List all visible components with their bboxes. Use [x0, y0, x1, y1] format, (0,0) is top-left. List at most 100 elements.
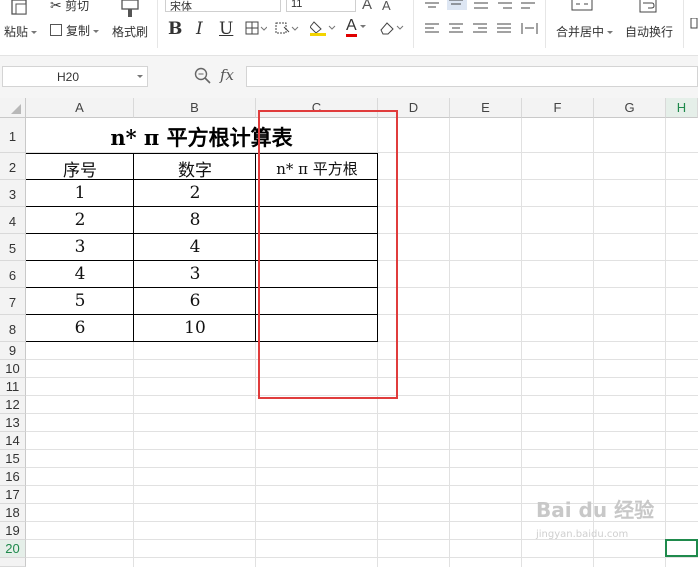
underline-button[interactable]: U [219, 19, 233, 39]
watermark-url: jingyan.baidu.com [536, 529, 629, 540]
font-size-select[interactable]: 11 [286, 0, 356, 12]
align-top-icon[interactable] [425, 0, 441, 14]
indent-icon[interactable] [498, 0, 514, 14]
italic-button[interactable]: I [196, 19, 203, 39]
align-right-icon[interactable] [473, 22, 489, 39]
font-name-select[interactable]: 宋体 [165, 0, 281, 12]
merge-center-label: 合并居中 [556, 25, 605, 39]
align-center-icon[interactable] [449, 22, 465, 39]
cut-button[interactable]: ✂ 剪切 [50, 0, 89, 14]
align-bottom-icon[interactable] [474, 0, 490, 14]
grid-line [26, 485, 698, 486]
copy-icon [50, 24, 62, 36]
bold-button[interactable]: B [168, 19, 182, 39]
cell-reference: H20 [56, 70, 79, 84]
distributed-align-icon[interactable] [521, 22, 539, 39]
align-middle-icon[interactable] [447, 0, 467, 10]
cut-label: 剪切 [65, 0, 90, 13]
clear-format-icon[interactable] [378, 20, 406, 39]
column-header-h[interactable]: H [666, 98, 698, 118]
format-painter-label: 格式刷 [112, 25, 149, 39]
cell-style-icon[interactable] [275, 21, 299, 40]
baidu-watermark-logo: Bai du 经验 jingyan.baidu.com [536, 494, 654, 540]
header-cell-index[interactable]: 序号 [26, 156, 134, 181]
scissors-icon: ✂ [50, 0, 62, 13]
row-header-2[interactable]: 2 [0, 153, 26, 180]
row-header-12[interactable]: 12 [0, 396, 26, 414]
table-cell[interactable]: 4 [134, 237, 256, 257]
table-cell[interactable]: 8 [134, 210, 256, 230]
grid-line [26, 449, 698, 450]
select-all-corner[interactable] [0, 98, 26, 118]
grid-line [521, 118, 522, 567]
row-header-14[interactable]: 14 [0, 432, 26, 450]
row-header-9[interactable]: 9 [0, 342, 26, 360]
zoom-icon[interactable] [194, 67, 212, 88]
copy-button[interactable]: 复制 [50, 22, 100, 39]
formula-input[interactable] [246, 66, 698, 87]
row-header-15[interactable]: 15 [0, 450, 26, 468]
table-cell[interactable]: 1 [26, 183, 134, 203]
name-box[interactable]: H20 [2, 66, 148, 87]
row-header-20[interactable]: 20 [0, 540, 26, 558]
row-header-19[interactable]: 19 [0, 522, 26, 540]
column-header-a[interactable]: A [26, 98, 134, 118]
row-header-10[interactable]: 10 [0, 360, 26, 378]
row-header-3[interactable]: 3 [0, 180, 26, 207]
column-header-f[interactable]: F [522, 98, 594, 118]
fill-color-icon[interactable] [309, 19, 336, 40]
format-painter-icon[interactable] [119, 0, 141, 18]
table-cell[interactable]: 6 [134, 291, 256, 311]
wrap-text-icon[interactable] [638, 0, 660, 17]
font-color-button[interactable]: A [346, 17, 366, 37]
chevron-down-icon [359, 25, 366, 29]
outdent-icon[interactable] [521, 0, 537, 14]
table-cell[interactable]: 2 [26, 210, 134, 230]
align-left-icon[interactable] [425, 22, 441, 39]
row-header-7[interactable]: 7 [0, 288, 26, 315]
row-header-1[interactable]: 1 [0, 118, 26, 153]
grid-line [665, 118, 666, 567]
grid-line [26, 467, 698, 468]
row-header-5[interactable]: 5 [0, 234, 26, 261]
wrap-text-label: 自动换行 [625, 25, 674, 39]
decrease-font-size-button[interactable]: A [382, 0, 391, 13]
wrap-text-button[interactable]: 自动换行 [625, 23, 673, 40]
table-cell[interactable]: 3 [26, 237, 134, 257]
column-header-e[interactable]: E [450, 98, 522, 118]
row-header-6[interactable]: 6 [0, 261, 26, 288]
divider [545, 0, 546, 48]
increase-font-size-button[interactable]: A [362, 0, 372, 13]
table-cell[interactable]: 10 [134, 318, 256, 338]
more-options-icon[interactable] [689, 17, 698, 37]
table-cell[interactable]: 4 [26, 264, 134, 284]
header-cell-number[interactable]: 数字 [134, 156, 256, 181]
chevron-down-icon[interactable] [137, 75, 143, 78]
row-header-11[interactable]: 11 [0, 378, 26, 396]
table-cell[interactable]: 6 [26, 318, 134, 338]
column-header-g[interactable]: G [594, 98, 666, 118]
paste-button[interactable]: 粘贴 [4, 23, 38, 40]
row-header-13[interactable]: 13 [0, 414, 26, 432]
row-header-18[interactable]: 18 [0, 504, 26, 522]
row-header-8[interactable]: 8 [0, 315, 26, 342]
borders-icon[interactable] [245, 21, 268, 40]
merge-center-icon[interactable] [571, 0, 593, 15]
row-header-16[interactable]: 16 [0, 468, 26, 486]
copy-label: 复制 [66, 24, 91, 38]
paste-icon[interactable] [10, 0, 28, 16]
table-cell[interactable]: 5 [26, 291, 134, 311]
insert-function-button[interactable]: fx [220, 66, 234, 84]
table-cell[interactable]: 3 [134, 264, 256, 284]
row-header-4[interactable]: 4 [0, 207, 26, 234]
table-cell[interactable]: 2 [134, 183, 256, 203]
grid-line [26, 557, 698, 558]
row-header-17[interactable]: 17 [0, 486, 26, 504]
column-header-b[interactable]: B [134, 98, 256, 118]
format-painter-button[interactable]: 格式刷 [112, 23, 148, 40]
divider [413, 0, 414, 48]
justify-icon[interactable] [497, 22, 513, 39]
active-cell-selection[interactable] [665, 539, 698, 557]
merge-center-button[interactable]: 合并居中 [556, 23, 614, 40]
row-header-21[interactable] [0, 558, 26, 567]
